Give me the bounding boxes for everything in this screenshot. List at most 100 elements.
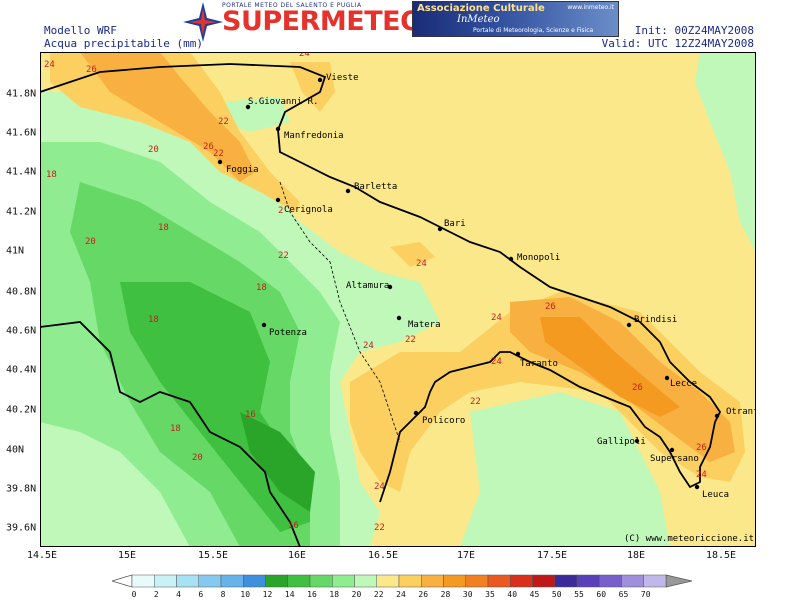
y-tick-label: 39.6N bbox=[6, 522, 37, 534]
contour-label: 24 bbox=[363, 341, 374, 351]
city-marker bbox=[275, 126, 281, 132]
city-marker bbox=[217, 159, 223, 165]
colorbar-tick-label: 10 bbox=[240, 590, 250, 598]
x-tick-label: 18E bbox=[626, 550, 646, 561]
contour-label: 22 bbox=[405, 335, 416, 345]
city-marker bbox=[508, 256, 514, 262]
y-tick-label: 40.4N bbox=[6, 364, 37, 376]
colorbar-swatch bbox=[131, 574, 155, 588]
city-marker bbox=[669, 447, 675, 453]
model-name: Modello WRF bbox=[44, 24, 117, 37]
banner-url: www.inmeteo.it bbox=[567, 4, 614, 11]
banner-brand: InMeteo bbox=[457, 14, 500, 25]
contour-label: 24 bbox=[299, 52, 310, 59]
city-label: Manfredonia bbox=[284, 131, 344, 141]
colorbar-tick-label: 18 bbox=[329, 590, 339, 598]
x-tick-label: 15E bbox=[117, 550, 137, 561]
city-marker bbox=[317, 77, 323, 83]
y-tick-label: 41.6N bbox=[6, 127, 37, 139]
y-tick-label: 41.2N bbox=[6, 206, 37, 218]
city-marker bbox=[664, 375, 670, 381]
inmeteo-banner[interactable]: Associazione Culturale www.inmeteo.it In… bbox=[412, 1, 619, 37]
x-tick-label: 17E bbox=[456, 550, 476, 561]
colorbar-swatch bbox=[421, 574, 444, 588]
y-tick-label: 41.8N bbox=[6, 88, 37, 100]
city-label: Taranto bbox=[520, 359, 558, 369]
y-tick-label: 40.6N bbox=[6, 325, 37, 337]
colorbar-swatch bbox=[176, 574, 199, 588]
colorbar-swatch bbox=[198, 574, 222, 588]
contour-label: 24 bbox=[491, 357, 502, 367]
city-label: Vieste bbox=[326, 73, 359, 83]
contour-label: 22 bbox=[278, 251, 289, 261]
city-label: Brindisi bbox=[634, 315, 677, 325]
y-tick-label: 41.4N bbox=[6, 166, 37, 178]
banner-subtitle: Portale di Meteorologia, Scienze e Fisic… bbox=[473, 27, 594, 34]
init-time: Init: 00Z24MAY2008 bbox=[634, 24, 754, 37]
colorbar-tick-label: 30 bbox=[463, 590, 473, 598]
colorbar: 0 2 4 6 8 10 12 14 16 18 20 22 24 26 28 30 35 40 45 50 55 60 6… bbox=[112, 574, 692, 598]
city-label: Potenza bbox=[269, 328, 307, 338]
contour-label: 24 bbox=[374, 482, 385, 492]
colorbar-swatch bbox=[398, 574, 422, 588]
colorbar-swatch bbox=[332, 574, 355, 588]
city-label: Altamura bbox=[346, 281, 389, 291]
city-marker bbox=[714, 413, 720, 419]
colorbar-tick-label: 6 bbox=[198, 590, 203, 598]
city-label: Policoro bbox=[422, 416, 465, 426]
colorbar-swatch bbox=[554, 574, 578, 588]
colorbar-low-arrow bbox=[112, 574, 133, 588]
run-info: Init: 00Z24MAY2008 Valid: UTC 12Z24MAY20… bbox=[602, 24, 754, 50]
colorbar-swatch bbox=[487, 574, 511, 588]
colorbar-tick-label: 24 bbox=[396, 590, 406, 598]
colorbar-tick-label: 50 bbox=[552, 590, 562, 598]
colorbar-tick-label: 22 bbox=[374, 590, 384, 598]
city-label: Matera bbox=[408, 320, 441, 330]
x-tick-label: 14.5E bbox=[26, 550, 58, 561]
colorbar-swatch bbox=[243, 574, 266, 588]
city-marker bbox=[694, 484, 700, 490]
city-marker bbox=[275, 197, 281, 203]
colorbar-tick-label: 28 bbox=[441, 590, 451, 598]
colorbar-tick-label: 45 bbox=[530, 590, 540, 598]
x-tick-label: 17.5E bbox=[536, 550, 568, 561]
contour-label: 26 bbox=[545, 302, 556, 312]
contour-label: 18 bbox=[256, 283, 267, 293]
colorbar-tick-label: 26 bbox=[418, 590, 428, 598]
colorbar-swatch bbox=[576, 574, 600, 588]
contour-label: 18 bbox=[170, 424, 181, 434]
variable-name: Acqua precipitabile (mm) bbox=[44, 37, 203, 50]
colorbar-swatch bbox=[287, 574, 311, 588]
contour-label: 24 bbox=[44, 60, 55, 70]
colorbar-tick-label: 40 bbox=[507, 590, 517, 598]
city-marker bbox=[345, 188, 351, 194]
logo-wordmark: SUPERMETEO bbox=[222, 6, 423, 37]
colorbar-tick-label: 4 bbox=[176, 590, 181, 598]
y-tick-label: 41N bbox=[6, 245, 25, 257]
colorbar-tick-label: 60 bbox=[596, 590, 606, 598]
x-tick-label: 16E bbox=[287, 550, 307, 561]
colorbar-tick-label: 0 bbox=[132, 590, 137, 598]
header-info: Modello WRF Acqua precipitabile (mm) bbox=[44, 24, 203, 50]
colorbar-swatch bbox=[376, 574, 400, 588]
city-marker bbox=[626, 322, 632, 328]
contour-label: 24 bbox=[491, 313, 502, 323]
contour-label: 24 bbox=[696, 470, 707, 480]
colorbar-swatch bbox=[599, 574, 622, 588]
contour-label: 2 bbox=[278, 206, 283, 216]
city-label: Bari bbox=[444, 219, 466, 229]
contour-label: 18 bbox=[148, 315, 159, 325]
contour-label: 20 bbox=[85, 237, 96, 247]
colorbar-tick-label: 55 bbox=[574, 590, 584, 598]
banner-title: Associazione Culturale bbox=[417, 3, 545, 14]
contour-label: 20 bbox=[148, 145, 159, 155]
colorbar-tick-label: 16 bbox=[307, 590, 317, 598]
y-tick-label: 40.2N bbox=[6, 404, 37, 416]
city-label: Monopoli bbox=[517, 253, 560, 263]
colorbar-tick-label: 35 bbox=[485, 590, 495, 598]
colorbar-tick-label: 2 bbox=[154, 590, 159, 598]
city-label: Leuca bbox=[702, 490, 729, 500]
contour-label: 22 bbox=[218, 117, 229, 127]
colorbar-swatch bbox=[220, 574, 244, 588]
colorbar-tick-label: 8 bbox=[221, 590, 226, 598]
